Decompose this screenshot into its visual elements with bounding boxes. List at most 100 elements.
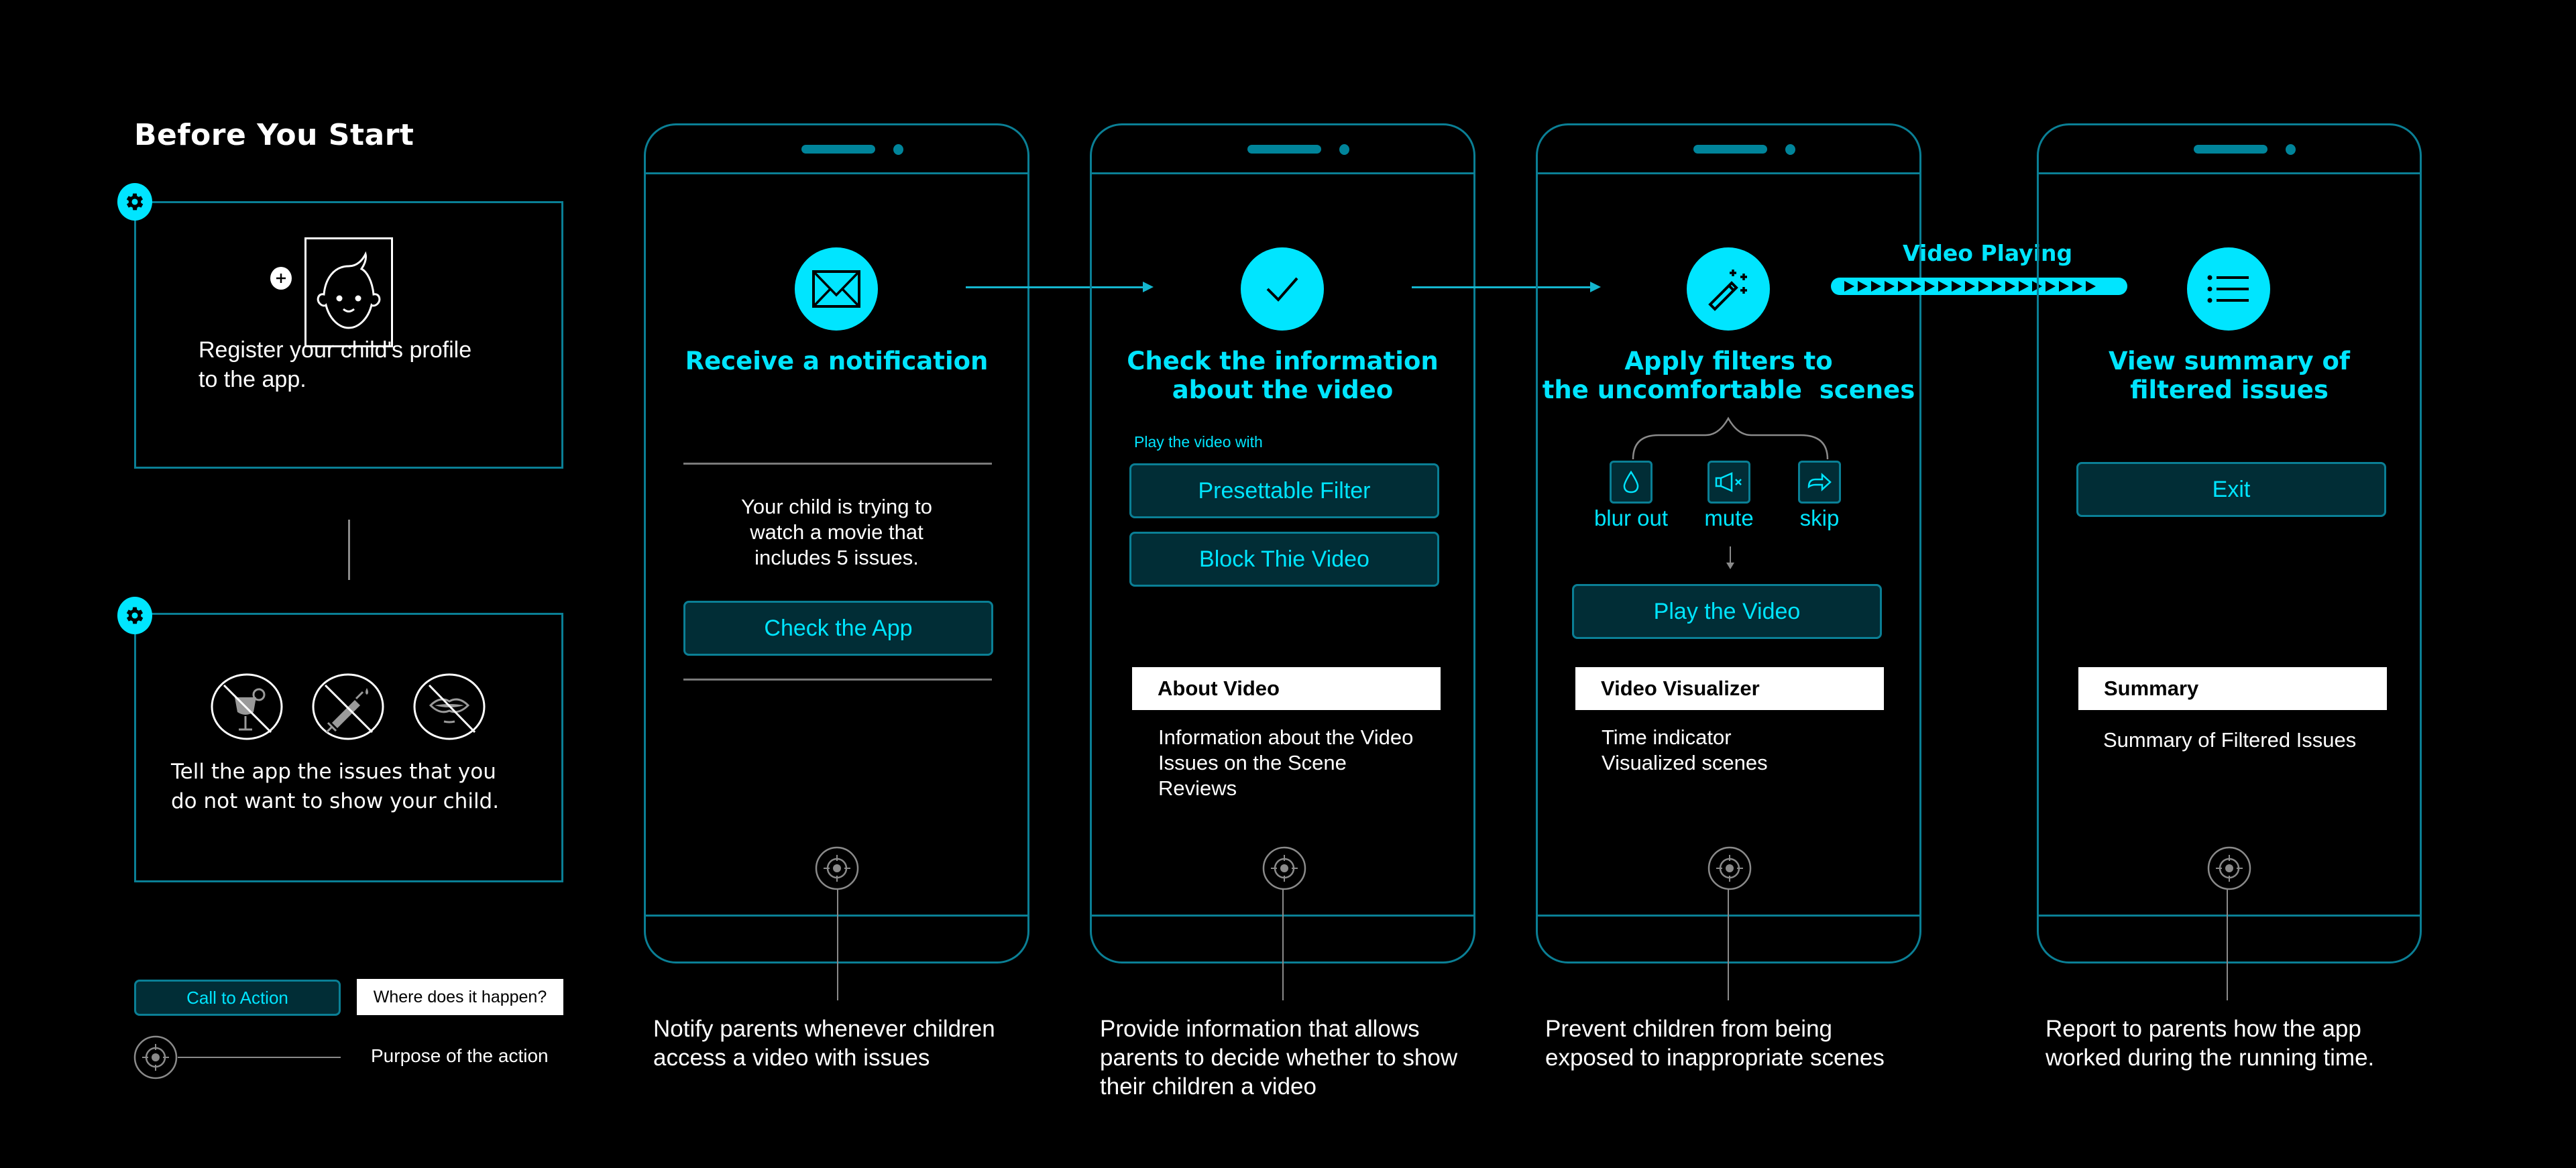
purpose-connector-line [2227,889,2228,1000]
step-title-line1: Check the information [1127,347,1439,375]
caption-line: Prevent children from being [1545,1016,1832,1042]
summary-content: Summary of Filtered Issues [2103,727,2356,753]
phone-speaker [1247,145,1321,154]
play-marker-icon [1952,281,1962,292]
presettable-filter-label: Presettable Filter [1198,477,1371,504]
select-issues-text: Tell the app the issues that you do not … [171,757,499,816]
phone-footer-divider [2039,915,2420,917]
caption-line: Provide information that allows [1100,1016,1420,1042]
phone-notification: Receive a notification Your child is try… [644,123,1029,963]
step-title-line2: the uncomfortable scenes [1542,375,1915,404]
purpose-connector-line [1728,889,1729,1000]
list-icon [2207,275,2249,303]
mute-button[interactable] [1707,461,1750,504]
select-issues-line1: Tell the app the issues that you [171,760,496,784]
about-video-header-label: About Video [1158,677,1280,700]
step-title: Check the information about the video [1092,347,1473,404]
play-the-video-label: Play the Video [1653,598,1801,624]
legend-call-to-action: Call to Action [134,980,341,1016]
about-video-content: Information about the Video Issues on th… [1158,725,1413,801]
caption-line: access a video with issues [653,1045,930,1071]
before-you-start-title: Before You Start [134,118,414,152]
play-with-label: Play the video with [1134,433,1263,451]
purpose-connector-line [1282,889,1284,1000]
legend-purpose-line [178,1057,341,1058]
phone-camera [1339,144,1349,155]
play-marker-icon [1898,281,1908,292]
phone-header-divider [2039,172,2420,174]
speaker-mute-icon [1715,472,1742,492]
no-drugs-icon [312,673,384,740]
legend-purpose-label: Purpose of the action [371,1045,549,1066]
filter-bracket [1632,416,1829,460]
purpose-caption: Report to parents how the app worked dur… [2046,1014,2448,1072]
play-marker-icon [1925,281,1935,292]
plus-circle-icon [270,267,292,290]
block-video-button[interactable]: Block Thie Video [1129,532,1439,587]
phone-speaker [2194,145,2267,154]
purpose-caption: Provide information that allows parents … [1100,1014,1502,1101]
play-marker-icon [2005,281,2015,292]
no-sexual-content-icon [413,673,486,740]
phone-speaker [801,145,875,154]
phone-camera [1785,144,1795,155]
exit-button[interactable]: Exit [2076,462,2386,517]
gear-icon [117,597,152,634]
select-issues-line2: do not want to show your child. [171,789,500,813]
step-title: View summary of filtered issues [2039,347,2420,404]
content-line: Information about the Video [1158,725,1414,749]
exit-label: Exit [2212,476,2251,502]
summary-header: Summary [2078,667,2387,710]
step-title-line2: about the video [1172,375,1394,404]
select-issues-card [134,613,563,882]
phone-summary: View summary of filtered issues Exit Sum… [2037,123,2422,963]
target-icon [1262,846,1306,890]
content-line: Visualized scenes [1602,751,1768,774]
caption-line: Report to parents how the app [2046,1016,2361,1042]
phone-speaker [1693,145,1767,154]
phone-header-divider [1092,172,1473,174]
purpose-caption: Prevent children from being exposed to i… [1545,1014,1948,1072]
child-face-icon [304,237,393,347]
caption-line: exposed to inappropriate scenes [1545,1045,1885,1071]
presettable-filter-button[interactable]: Presettable Filter [1129,463,1439,518]
message-line: Your child is trying to [741,495,932,518]
step-title: Receive a notification [646,347,1027,375]
step-title-line2: filtered issues [2130,375,2329,404]
phone-video-information: Check the information about the video Pl… [1090,123,1475,963]
skip-button[interactable] [1798,461,1841,504]
content-line: Reviews [1158,776,1237,800]
play-marker-icon [2019,281,2029,292]
video-visualizer-header: Video Visualizer [1575,667,1884,710]
step-connector-line [348,520,350,580]
step-title-line1: Apply filters to [1624,347,1833,375]
caption-line: their children a video [1100,1073,1317,1100]
caption-line: Notify parents whenever children [653,1016,995,1042]
play-marker-icon [1938,281,1948,292]
play-marker-icon [1844,281,1854,292]
target-icon [133,1035,178,1079]
divider [683,463,992,465]
block-video-label: Block Thie Video [1199,546,1369,572]
step-title: Apply filters to the uncomfortable scene… [1538,347,1919,404]
checkmark-icon-badge [1241,247,1324,331]
blur-out-button[interactable] [1610,461,1653,504]
caption-line: worked during the running time. [2046,1045,2375,1071]
video-visualizer-content: Time indicator Visualized scenes [1602,725,1768,776]
target-icon [2207,846,2251,890]
play-the-video-button[interactable]: Play the Video [1572,584,1882,639]
legend-where-label: Where does it happen? [373,987,547,1006]
play-marker-icon [1978,281,1989,292]
magic-wand-icon-badge [1687,247,1770,331]
play-marker-icon [1871,281,1881,292]
about-video-header: About Video [1132,667,1441,710]
magic-wand-icon [1708,270,1747,311]
legend-where-does-it-happen: Where does it happen? [357,979,563,1015]
envelope-icon [812,270,860,308]
notification-message: Your child is trying to watch a movie th… [646,494,1027,571]
content-line: Issues on the Scene [1158,751,1347,774]
check-the-app-button[interactable]: Check the App [683,601,993,656]
down-arrow-head [1726,563,1734,569]
gear-icon [117,183,152,221]
play-marker-icon [1965,281,1975,292]
